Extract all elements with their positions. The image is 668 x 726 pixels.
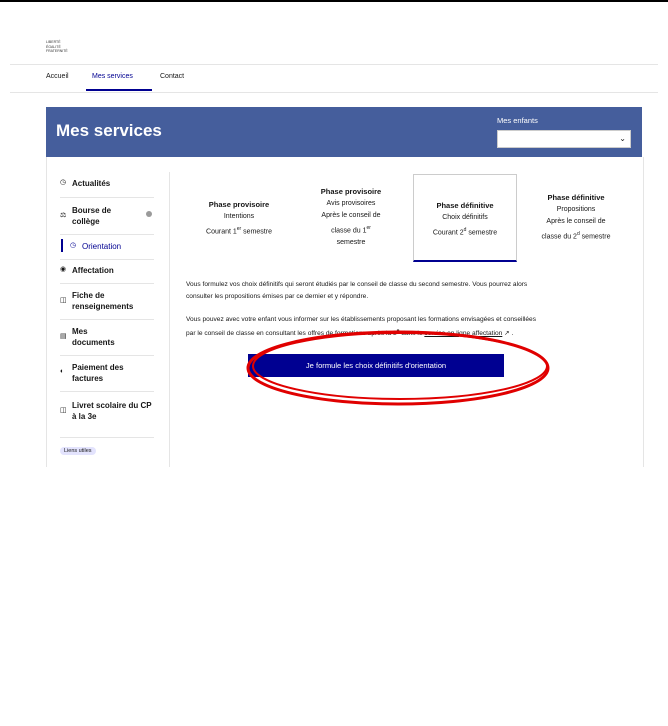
vertical-divider [169,172,170,467]
phase-title: Phase provisoire [320,187,382,196]
useful-links-tag[interactable]: Liens utiles [60,447,96,455]
divider [60,391,154,392]
divider [60,283,154,284]
children-label: Mes enfants [497,116,538,125]
target-icon: ◉ [60,266,67,273]
phase-line: Courant 1er semestre [206,226,272,236]
top-border [0,0,668,2]
phase-title: Phase définitive [436,201,494,210]
sidebar-item-label: Fiche de renseignements [72,291,134,311]
children-select[interactable]: ⌄ [497,130,631,148]
main-nav: Accueil Mes services Contact [10,64,658,93]
divider [60,319,154,320]
divider [60,259,154,260]
sidebar-item-bourse[interactable]: ⚖ Bourse de collège [60,205,154,229]
page-title: Mes services [56,121,162,140]
paragraph-line: Vous formulez vos choix définitifs qui s… [186,281,528,288]
divider [60,234,154,235]
nav-active-indicator [86,89,152,91]
paragraph-info: Vous pouvez avec votre enfant vous infor… [186,314,626,339]
phase-line: classe du 2d semestre [541,231,611,241]
sidebar-item-label: Actualités [72,179,111,188]
phase-line: Intentions [223,213,255,220]
republique-logo: LIBERTÉ ÉGALITÉ FRATERNITÉ [46,40,68,54]
phase-line: Choix définitifs [442,214,488,221]
status-dot [146,211,152,217]
paragraph-line: par le conseil de classe en consultant l… [186,327,514,337]
external-link-icon: ↗ [502,329,510,337]
phase-title: Phase provisoire [208,200,270,209]
phase-stepper: Phase provisoire Intentions Courant 1er … [186,174,622,262]
compass-icon: ◷ [70,242,77,249]
file-icon: ◫ [60,297,67,304]
paragraph-line: Vous pouvez avec votre enfant vous infor… [186,316,537,323]
formulate-choices-button[interactable]: Je formule les choix définitifs d'orient… [248,354,504,377]
sidebar-item-label: Bourse de collège [72,206,112,226]
documents-icon: ▤ [60,333,67,340]
phase-line: classe du 1er [331,225,371,235]
phase-definitive-propositions: Phase définitive Propositions Après le c… [522,192,630,243]
sidebar-item-label: Affectation [72,266,114,275]
clock-icon: ◷ [60,179,67,186]
paragraph-line: consulter les propositions émises par ce… [186,292,369,300]
phase-line: Avis provisoires [326,200,376,207]
phase-line: Après le conseil de [546,218,606,225]
sidebar-item-label: Livret scolaire du CP à la 3e [72,401,152,421]
phase-line: semestre [336,239,366,247]
sidebar-item-label: Paiement des factures [72,363,124,383]
paragraph-choix: Vous formulez vos choix définitifs qui s… [186,279,626,302]
phase-provisoire-intentions: Phase provisoire Intentions Courant 1er … [186,199,292,238]
divider [60,355,154,356]
phase-title: Phase définitive [547,193,605,202]
phase-line: Courant 2d semestre [432,227,498,237]
divider [60,437,154,438]
chevron-down-icon: ⌄ [619,134,626,143]
sidebar-item-label: Mes documents [72,327,115,347]
phase-provisoire-avis: Phase provisoire Avis provisoires Après … [296,186,406,249]
services-header: Mes services Mes enfants ⌄ [46,107,642,157]
divider [60,197,154,198]
phase-definitive-choix: Phase définitive Choix définitifs Couran… [413,174,517,262]
phase-line: Après le conseil de [321,212,381,219]
bank-icon: ⚖ [60,212,67,219]
active-indicator [61,239,63,252]
sidebar-item-label: Orientation [82,242,122,251]
book-icon: ◫ [60,407,67,414]
affectation-service-link[interactable]: service en ligne affectation [424,330,502,337]
phase-line: Propositions [556,206,596,213]
nav-accueil[interactable]: Accueil [46,73,69,80]
nav-mes-services[interactable]: Mes services [92,73,133,80]
logo-line: FRATERNITÉ [46,49,68,53]
payment-icon: ◐ [60,368,65,375]
nav-contact[interactable]: Contact [160,73,184,80]
